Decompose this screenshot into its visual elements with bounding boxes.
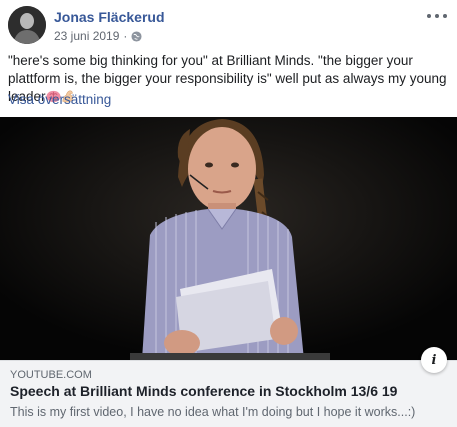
post-date[interactable]: 23 juni 2019 <box>54 29 119 43</box>
info-icon[interactable]: i <box>421 347 447 373</box>
video-thumbnail[interactable] <box>0 117 457 360</box>
author-name[interactable]: Jonas Fläckerud <box>54 9 165 25</box>
more-options-icon[interactable] <box>427 8 447 24</box>
post-meta: 23 juni 2019 · <box>54 29 142 43</box>
link-title[interactable]: Speech at Brilliant Minds conference in … <box>10 383 397 399</box>
avatar[interactable] <box>8 6 46 44</box>
post-header: Jonas Fläckerud 23 juni 2019 · <box>8 6 449 46</box>
see-translation-link[interactable]: Visa översättning <box>8 92 111 107</box>
meta-separator: · <box>123 29 128 43</box>
link-preview[interactable]: i YOUTUBE.COM Speech at Brilliant Minds … <box>0 347 457 427</box>
link-description: This is my first video, I have no idea w… <box>10 405 416 419</box>
link-domain: YOUTUBE.COM <box>10 369 92 381</box>
globe-icon[interactable] <box>131 30 142 42</box>
